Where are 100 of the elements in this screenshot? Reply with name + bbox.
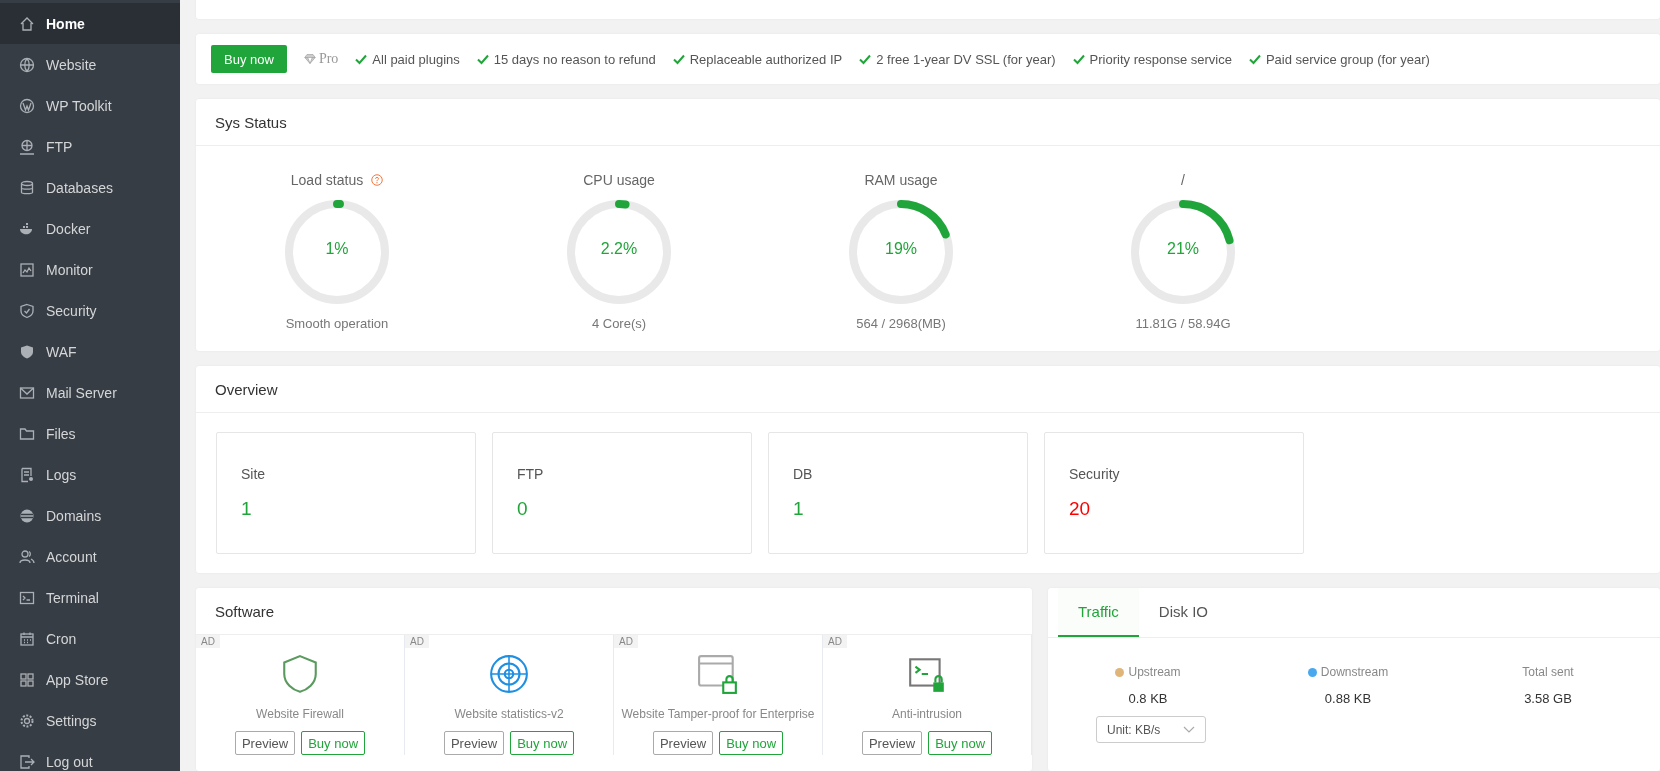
sidebar-item[interactable]: Terminal	[0, 577, 180, 618]
stat-card[interactable]: DB 1	[768, 432, 1028, 554]
target-icon	[487, 653, 531, 695]
stat-value: 20	[1069, 498, 1092, 520]
ad-badge: AD	[405, 635, 429, 648]
sidebar-item[interactable]: Logs	[0, 454, 180, 495]
envelope-icon	[19, 384, 35, 401]
stat-label: DB	[793, 466, 814, 482]
sidebar-item[interactable]: Docker	[0, 208, 180, 249]
globe-icon	[19, 507, 35, 524]
monitor-chart-icon	[19, 261, 35, 278]
metric-value: 0.8 KB	[1128, 691, 1168, 706]
stat-label: FTP	[517, 466, 545, 482]
sidebar-item[interactable]: Mail Server	[0, 372, 180, 413]
sidebar-item[interactable]: App Store	[0, 659, 180, 700]
gauge-value: 21%	[1166, 240, 1200, 258]
shield-icon	[19, 343, 35, 360]
stat-label: Site	[241, 466, 267, 482]
settings-icon	[19, 712, 35, 729]
software-name: Website Firewall	[256, 707, 344, 721]
preview-button[interactable]: Preview	[861, 731, 923, 755]
sidebar-item[interactable]: Domains	[0, 495, 180, 536]
sidebar-item[interactable]: Home	[0, 3, 180, 44]
calendar-icon	[19, 630, 35, 647]
sidebar-item[interactable]: Settings	[0, 700, 180, 741]
section-title: Sys Status	[196, 99, 1660, 146]
globe-icon	[19, 56, 35, 73]
feature-text: 15 days no reason to refund	[493, 51, 656, 67]
gauge-value: 1%	[324, 240, 350, 258]
document-icon	[19, 466, 35, 483]
home-icon	[19, 15, 35, 32]
sidebar-item[interactable]: WAF	[0, 331, 180, 372]
gauge-label: CPU usage	[583, 172, 655, 188]
stat-card[interactable]: Security 20	[1044, 432, 1304, 554]
stat-value: 1	[793, 498, 805, 520]
section-title: Software	[196, 588, 1032, 635]
gauge-label: Load status	[290, 172, 364, 188]
ad-badge: AD	[196, 635, 220, 648]
ad-badge: AD	[614, 635, 638, 648]
sidebar-item[interactable]: Files	[0, 413, 180, 454]
stat-value: 0	[517, 498, 529, 520]
wordpress-icon	[19, 97, 35, 114]
software-name: Anti-intrusion	[892, 707, 962, 721]
preview-button[interactable]: Preview	[652, 731, 714, 755]
check-icon	[355, 53, 368, 65]
sidebar-item[interactable]: Log out	[0, 741, 180, 771]
check-icon	[672, 53, 685, 65]
sidebar-item[interactable]: Databases	[0, 167, 180, 208]
metric-label: Total sent	[1522, 665, 1574, 679]
gauge-caption: 564 / 2968(MB)	[856, 316, 946, 331]
metric-value: 0.88 KB	[1324, 691, 1372, 706]
sidebar-item[interactable]: WP Toolkit	[0, 85, 180, 126]
grid-icon	[19, 671, 35, 688]
check-icon	[1248, 53, 1261, 65]
feature-text: Paid service group (for year)	[1265, 51, 1430, 67]
sidebar-item[interactable]: Monitor	[0, 249, 180, 290]
terminal-icon	[19, 589, 35, 606]
gauge-label: RAM usage	[864, 172, 938, 188]
sidebar-item[interactable]: Cron	[0, 618, 180, 659]
folder-icon	[19, 425, 35, 442]
users-icon	[19, 548, 35, 565]
sidebar-item[interactable]: FTP	[0, 126, 180, 167]
feature-text: Replaceable authorized IP	[689, 51, 843, 67]
caret-icon	[1183, 725, 1195, 734]
gauge-value: 2.2%	[599, 240, 639, 258]
database-icon	[19, 179, 35, 196]
check-icon	[1072, 53, 1085, 65]
sidebar-item[interactable]: Account	[0, 536, 180, 577]
browser-lock-icon	[696, 653, 740, 695]
feature-text: All paid plugins	[372, 51, 460, 67]
metric-label: Downstream	[1320, 665, 1389, 679]
check-icon	[859, 53, 872, 65]
gauge-value: 19%	[884, 240, 918, 258]
preview-button[interactable]: Preview	[234, 731, 296, 755]
stat-card[interactable]: FTP 0	[492, 432, 752, 554]
sidebar-item[interactable]: Security	[0, 290, 180, 331]
metric-value: 3.58 GB	[1524, 691, 1572, 706]
gauge-caption: 11.81G / 58.94G	[1135, 316, 1231, 331]
section-title: Overview	[196, 366, 1660, 413]
stat-value: 1	[241, 498, 253, 520]
diamond-icon	[303, 53, 316, 65]
shield-icon	[19, 302, 35, 319]
help-icon	[371, 174, 384, 186]
metric-label: Upstream	[1128, 665, 1181, 679]
gauge-caption: Smooth operation	[285, 316, 389, 331]
ad-badge: AD	[823, 635, 847, 648]
tab[interactable]: Disk IO	[1138, 588, 1228, 637]
feature-text: 2 free 1-year DV SSL (for year)	[876, 51, 1056, 67]
software-name: Website Tamper-proof for Enterprise	[621, 707, 815, 721]
check-icon	[476, 53, 489, 65]
preview-button[interactable]: Preview	[443, 731, 505, 755]
feature-text: Priority response service	[1089, 51, 1232, 67]
unit-dropdown[interactable]: Unit: KB/s	[1096, 716, 1206, 743]
globe-icon	[19, 138, 35, 155]
sidebar-item[interactable]: Website	[0, 44, 180, 85]
stat-card[interactable]: Site 1	[216, 432, 476, 554]
logout-icon	[19, 753, 35, 770]
gauge-label: /	[1181, 172, 1185, 188]
stat-label: Security	[1069, 466, 1121, 482]
software-name: Website statistics-v2	[454, 707, 564, 721]
